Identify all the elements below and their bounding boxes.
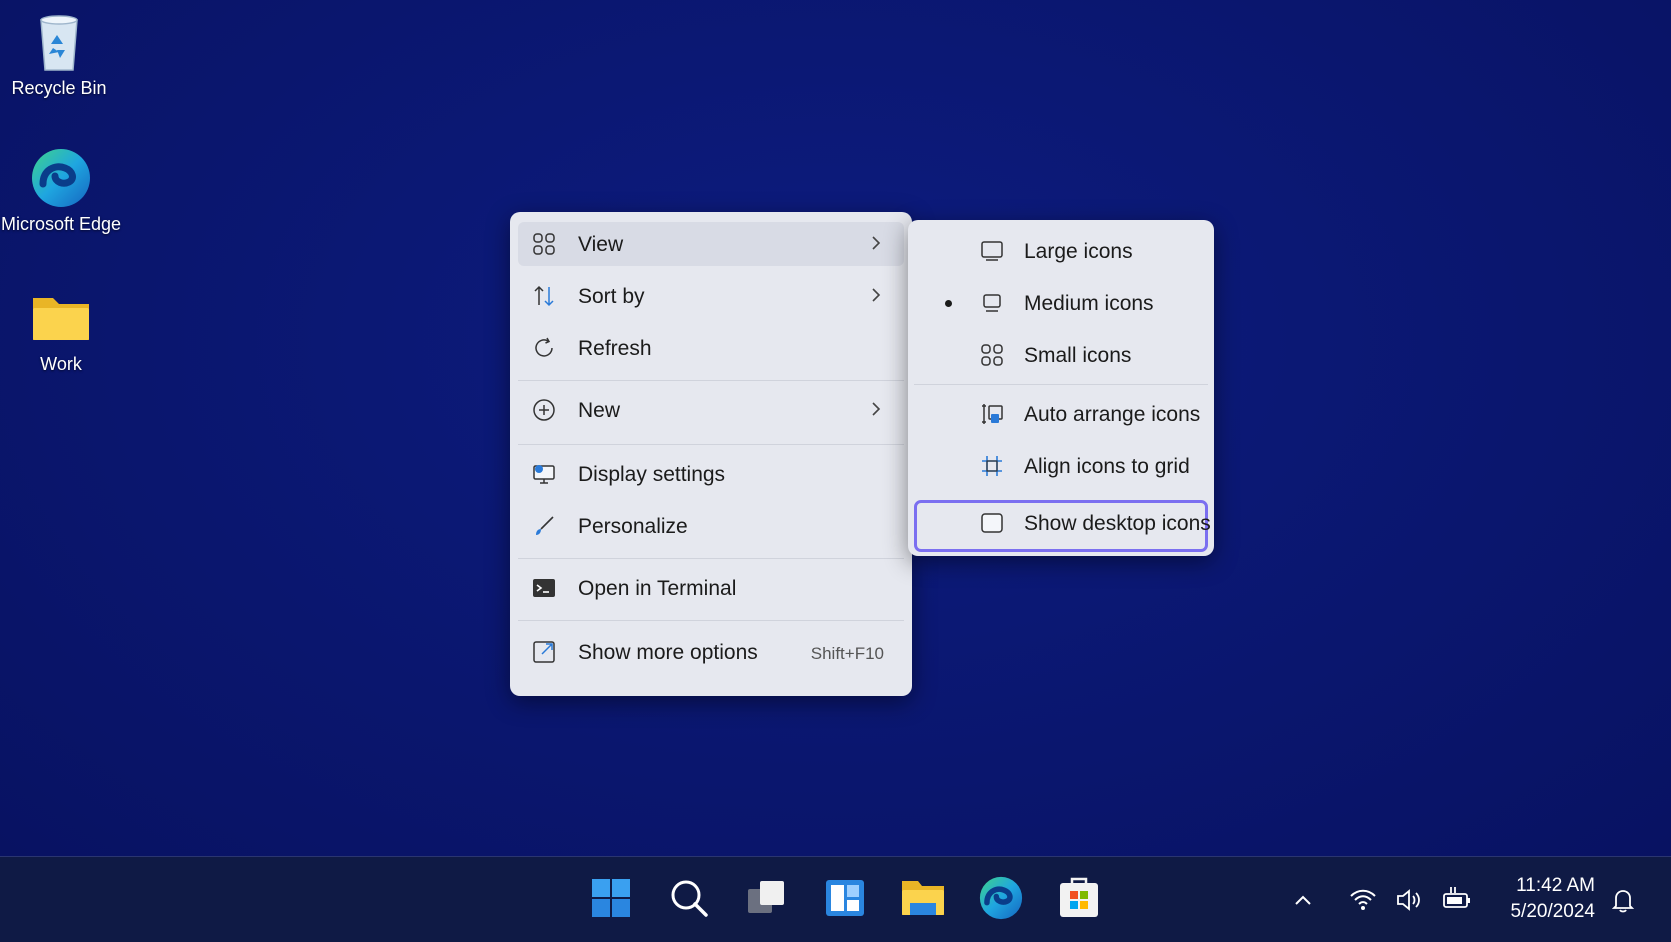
desktop-icon-recycle-bin[interactable]: Recycle Bin (0, 10, 124, 99)
taskbar: 11:42 AM 5/20/2024 (0, 856, 1671, 942)
battery-charging-icon (1443, 887, 1470, 908)
submenu-item-label: Show desktop icons (1024, 512, 1211, 535)
bell-icon (1611, 890, 1635, 913)
widgets-button[interactable] (820, 873, 870, 923)
checkbox-icon[interactable] (980, 511, 1004, 535)
menu-item-sort-by[interactable]: Sort by (518, 274, 904, 318)
desktop-icon-label: Recycle Bin (11, 78, 107, 98)
submenu-item-small-icons[interactable]: Small icons (914, 332, 1208, 378)
monitor-icon (983, 294, 1001, 312)
start-button[interactable] (586, 873, 636, 923)
submenu-item-label: Auto arrange icons (1024, 403, 1201, 426)
refresh-icon (535, 337, 553, 357)
menu-item-label: New (578, 399, 621, 422)
shortcut-label: Shift+F10 (810, 644, 884, 663)
wifi-icon (1350, 889, 1376, 910)
desktop-icon-edge[interactable]: Microsoft Edge (0, 146, 126, 235)
file-explorer-icon (902, 881, 944, 915)
menu-item-label: Display settings (578, 463, 726, 486)
view-submenu: Large icons Medium icons Small icons Aut… (908, 220, 1214, 556)
menu-item-label: Sort by (578, 285, 645, 308)
chevron-right-icon (872, 288, 881, 302)
menu-separator (914, 384, 1208, 385)
grid-icon (981, 344, 1003, 366)
edge-icon (29, 146, 93, 210)
plus-circle-icon (533, 399, 555, 421)
menu-item-label: View (578, 233, 624, 256)
desktop-icon-label: Microsoft Edge (0, 214, 122, 234)
menu-separator (518, 558, 904, 559)
menu-item-label: Show more options (578, 641, 758, 664)
share-icon (533, 641, 555, 663)
search-button[interactable] (664, 873, 714, 923)
widgets-icon (826, 880, 864, 916)
recycle-bin-icon (27, 10, 91, 74)
submenu-item-label: Small icons (1024, 344, 1132, 367)
submenu-item-medium-icons[interactable]: Medium icons (914, 280, 1208, 326)
start-icon (592, 879, 630, 917)
task-view-button[interactable] (742, 873, 792, 923)
volume-button[interactable] (1394, 885, 1424, 915)
show-hidden-icons-button[interactable] (1288, 885, 1318, 915)
menu-item-open-in-terminal[interactable]: Open in Terminal (518, 566, 904, 610)
menu-item-view[interactable]: View (518, 222, 904, 266)
menu-separator (518, 444, 904, 445)
chevron-right-icon (872, 236, 881, 250)
store-button[interactable] (1054, 873, 1104, 923)
store-icon (1060, 877, 1098, 917)
clock-time: 11:42 AM (1516, 875, 1595, 896)
submenu-item-label: Large icons (1024, 240, 1133, 263)
volume-icon (1397, 889, 1420, 911)
edge-taskbar-button[interactable] (976, 873, 1026, 923)
task-view-icon (748, 881, 784, 913)
desktop-context-menu: View Sort by Refresh New Display setting… (510, 212, 912, 696)
selected-bullet-icon (945, 300, 952, 307)
brush-icon (536, 516, 554, 535)
chevron-up-icon (1295, 895, 1311, 905)
clock-date: 5/20/2024 (1510, 901, 1595, 922)
menu-item-personalize[interactable]: Personalize (518, 504, 904, 548)
submenu-item-show-desktop-icons[interactable]: Show desktop icons (914, 500, 1211, 552)
desktop: Recycle Bin Microsoft Edge Work View Sor… (0, 0, 1671, 856)
submenu-item-label: Align icons to grid (1024, 455, 1190, 478)
terminal-icon (533, 579, 555, 597)
desktop-icon-label: Work (40, 354, 82, 374)
grid-icon (533, 233, 555, 255)
notifications-button[interactable] (1608, 885, 1638, 915)
align-grid-icon (982, 456, 1002, 476)
wifi-button[interactable] (1348, 885, 1378, 915)
menu-item-label: Personalize (578, 515, 688, 538)
menu-item-refresh[interactable]: Refresh (518, 326, 904, 370)
submenu-item-large-icons[interactable]: Large icons (914, 228, 1208, 274)
submenu-item-auto-arrange-icons[interactable]: Auto arrange icons (914, 391, 1208, 437)
menu-separator (518, 620, 904, 621)
battery-button[interactable] (1442, 885, 1472, 915)
display-icon (533, 465, 555, 484)
chevron-right-icon (872, 402, 881, 416)
menu-item-display-settings[interactable]: Display settings (518, 452, 904, 496)
monitor-icon (981, 241, 1003, 261)
menu-item-new[interactable]: New (518, 388, 904, 432)
folder-icon (29, 286, 93, 350)
sort-icon (534, 285, 554, 307)
desktop-icon-work-folder[interactable]: Work (0, 286, 126, 375)
menu-item-label: Open in Terminal (578, 577, 737, 600)
auto-arrange-icon (982, 404, 1003, 424)
system-clock[interactable]: 11:42 AM 5/20/2024 (1510, 873, 1595, 925)
file-explorer-button[interactable] (898, 873, 948, 923)
menu-item-label: Refresh (578, 337, 652, 360)
search-icon (671, 880, 708, 917)
menu-item-show-more-options[interactable]: Show more options Shift+F10 (518, 630, 904, 674)
submenu-item-align-icons-to-grid[interactable]: Align icons to grid (914, 443, 1208, 489)
menu-separator (518, 380, 904, 381)
submenu-item-label: Medium icons (1024, 292, 1154, 315)
edge-icon (979, 876, 1023, 920)
